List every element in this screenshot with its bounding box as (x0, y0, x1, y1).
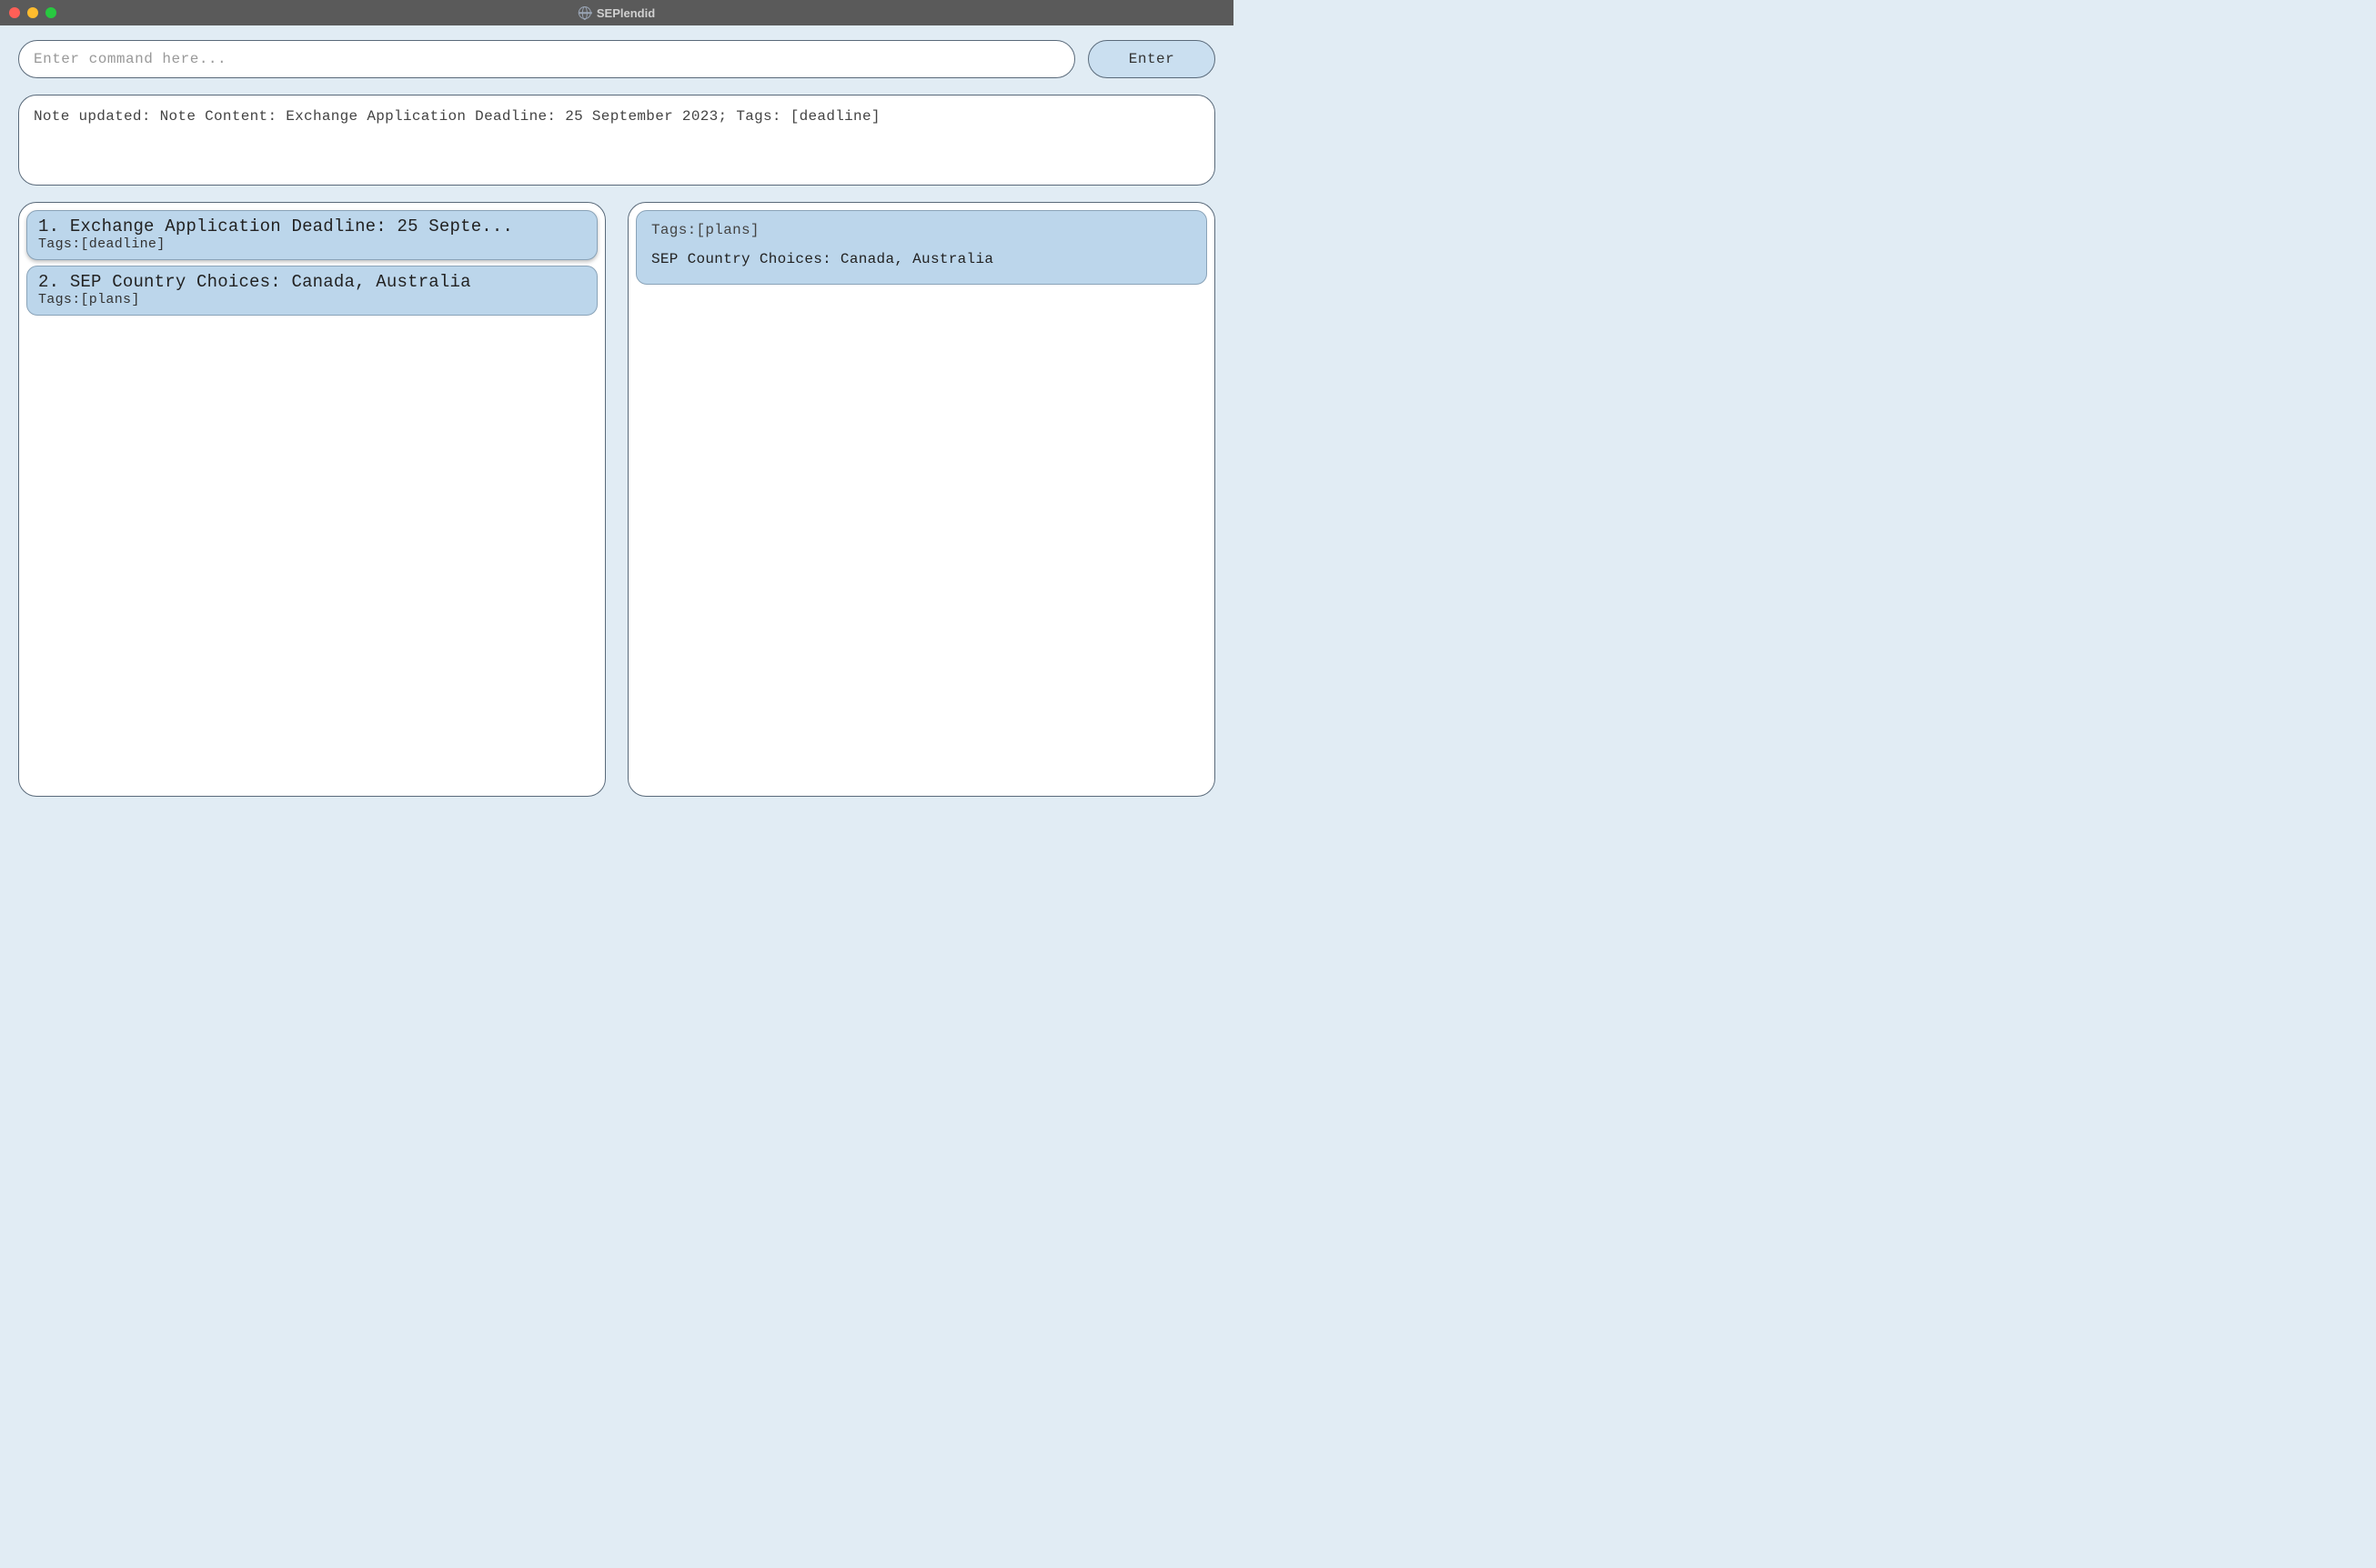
window-titlebar: SEPlendid (0, 0, 1233, 25)
command-row: Enter (18, 40, 1215, 78)
note-title: 1. Exchange Application Deadline: 25 Sep… (38, 216, 586, 236)
detail-tags: Tags:[plans] (651, 222, 1192, 238)
note-tags: Tags:[deadline] (38, 236, 586, 252)
feedback-box: Note updated: Note Content: Exchange App… (18, 95, 1215, 186)
note-title: 2. SEP Country Choices: Canada, Australi… (38, 272, 586, 292)
note-title-text: SEP Country Choices: Canada, Australia (70, 272, 471, 292)
close-window-button[interactable] (9, 7, 20, 18)
list-item[interactable]: 1. Exchange Application Deadline: 25 Sep… (26, 210, 598, 260)
minimize-window-button[interactable] (27, 7, 38, 18)
globe-icon (579, 6, 591, 19)
window-title-wrap: SEPlendid (579, 6, 655, 20)
note-tags: Tags:[plans] (38, 292, 586, 307)
window-controls (9, 7, 56, 18)
note-index: 1. (38, 216, 59, 236)
app-body: Enter Note updated: Note Content: Exchan… (0, 25, 1233, 815)
panels-container: 1. Exchange Application Deadline: 25 Sep… (18, 202, 1215, 797)
command-input[interactable] (18, 40, 1075, 78)
enter-button[interactable]: Enter (1088, 40, 1215, 78)
window-title: SEPlendid (597, 6, 655, 20)
maximize-window-button[interactable] (45, 7, 56, 18)
note-index: 2. (38, 272, 59, 292)
detail-card: Tags:[plans] SEP Country Choices: Canada… (636, 210, 1207, 285)
note-title-text: Exchange Application Deadline: 25 Septe.… (70, 216, 513, 236)
list-item[interactable]: 2. SEP Country Choices: Canada, Australi… (26, 266, 598, 316)
detail-panel: Tags:[plans] SEP Country Choices: Canada… (628, 202, 1215, 797)
notes-list-panel: 1. Exchange Application Deadline: 25 Sep… (18, 202, 606, 797)
detail-content: SEP Country Choices: Canada, Australia (651, 251, 1192, 267)
